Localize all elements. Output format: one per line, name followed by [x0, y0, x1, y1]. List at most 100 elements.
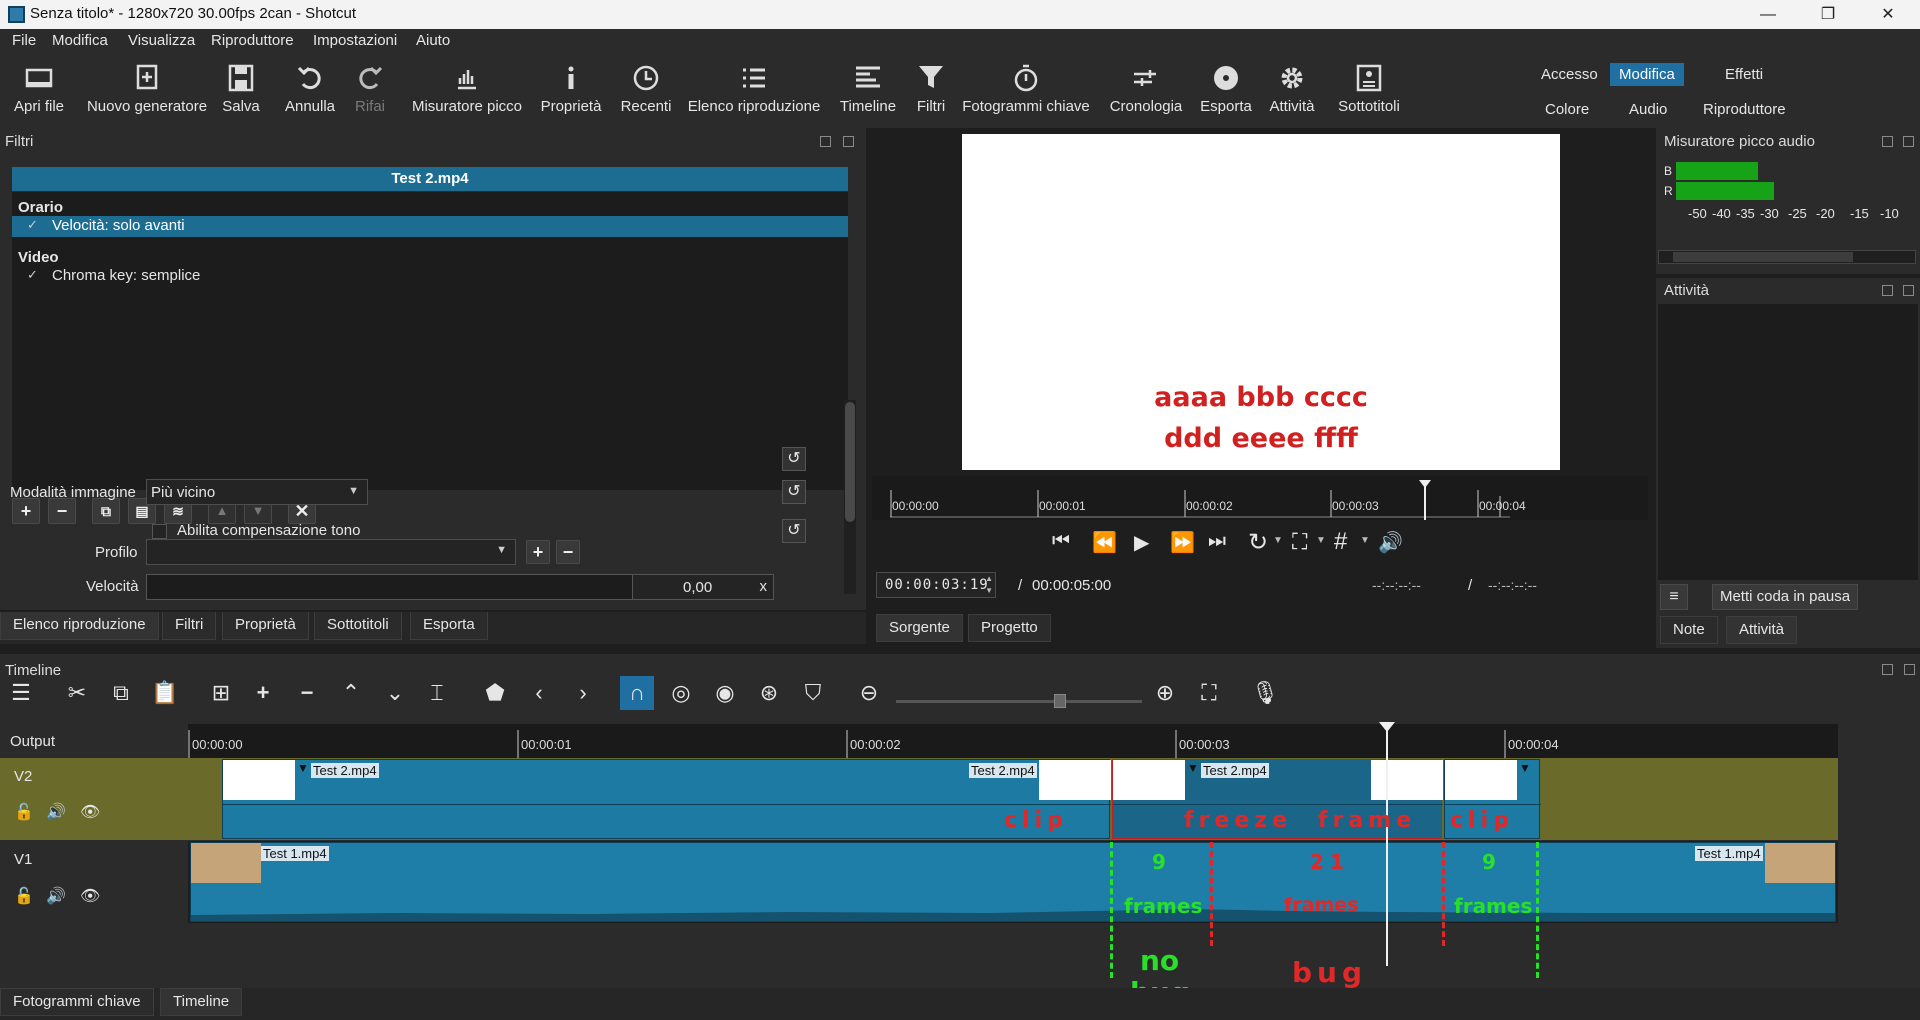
- close-panel-icon[interactable]: [843, 136, 854, 147]
- profile-select[interactable]: ▼: [146, 539, 516, 565]
- rewind-icon[interactable]: ⏪: [1092, 530, 1117, 555]
- chevron-down-icon[interactable]: ▼: [1360, 535, 1370, 546]
- skip-end-icon[interactable]: ⏭: [1208, 530, 1226, 553]
- player-ruler[interactable]: 00:00:00 00:00:01 00:00:02 00:00:03 00:0…: [872, 476, 1648, 520]
- skip-start-icon[interactable]: ⏮: [1052, 530, 1070, 553]
- paste-icon[interactable]: 📋: [148, 676, 182, 710]
- filter-item-chroma[interactable]: ✓ Chroma key: semplice: [12, 266, 848, 287]
- ripple-delete-icon[interactable]: −: [290, 676, 324, 710]
- fast-forward-icon[interactable]: ⏩: [1170, 530, 1195, 555]
- volume-icon[interactable]: 🔊: [1378, 530, 1403, 555]
- track-header-v2[interactable]: V2 🔓 🔊 👁: [0, 758, 188, 840]
- zoom-slider-handle[interactable]: [1054, 694, 1066, 708]
- grid-icon[interactable]: #: [1334, 528, 1347, 556]
- close-panel-icon[interactable]: [1903, 285, 1914, 296]
- zoom-slider[interactable]: [896, 694, 1142, 708]
- reset-icon[interactable]: ↺: [782, 519, 806, 543]
- minimize-button[interactable]: —: [1740, 1, 1796, 28]
- redo-button[interactable]: Rifai: [350, 60, 390, 124]
- timeline-playhead[interactable]: [1378, 722, 1396, 966]
- tab-filters[interactable]: Filtri: [162, 612, 217, 640]
- zoom-in-icon[interactable]: ⊕: [1148, 676, 1182, 710]
- float-icon[interactable]: [1882, 136, 1893, 147]
- mute-icon[interactable]: 🔊: [46, 886, 66, 906]
- snap-icon[interactable]: ∩: [620, 676, 654, 710]
- add-filter-icon[interactable]: +: [12, 498, 40, 524]
- filters-button[interactable]: Filtri: [910, 60, 952, 124]
- eye-icon[interactable]: 👁: [80, 802, 100, 822]
- timeline-button[interactable]: Timeline: [836, 60, 900, 124]
- scrollbar-thumb[interactable]: [845, 402, 855, 522]
- menu-settings[interactable]: Impostazioni: [313, 32, 397, 49]
- jobs-button[interactable]: Attività: [1264, 60, 1320, 124]
- playlist-button[interactable]: Elenco riproduzione: [686, 60, 822, 124]
- clip-test1[interactable]: Test 1.mp4 Test 1.mp4: [190, 842, 1836, 922]
- tab-notes[interactable]: Note: [1660, 616, 1718, 644]
- marker-icon[interactable]: ⬟: [478, 676, 512, 710]
- tab-playlist[interactable]: Elenco riproduzione: [0, 612, 159, 640]
- reset-icon[interactable]: ↺: [782, 480, 806, 504]
- microphone-icon[interactable]: 🎙: [1248, 676, 1282, 710]
- speed-spinbox[interactable]: 0,00 x: [632, 574, 774, 600]
- tab-project[interactable]: Progetto: [968, 614, 1051, 642]
- timeline-ruler[interactable]: 00:00:00 00:00:01 00:00:02 00:00:03 00:0…: [188, 724, 1838, 758]
- open-file-button[interactable]: Apri file: [8, 60, 70, 124]
- tab-subtitles[interactable]: Sottotitoli: [314, 612, 402, 640]
- track-header-v1[interactable]: V1 🔓 🔊 👁: [0, 841, 188, 923]
- menu-file[interactable]: File: [12, 32, 36, 49]
- maximize-button[interactable]: ❐: [1800, 1, 1856, 28]
- tab-source[interactable]: Sorgente: [876, 614, 963, 642]
- copy-filter-icon[interactable]: ⧉: [92, 498, 120, 524]
- workspace-edit[interactable]: Modifica: [1610, 63, 1684, 86]
- jobs-menu-icon[interactable]: ≡: [1660, 584, 1688, 610]
- menu-player[interactable]: Riproduttore: [211, 32, 294, 49]
- workspace-player[interactable]: Riproduttore: [1694, 98, 1795, 121]
- float-icon[interactable]: [1882, 285, 1893, 296]
- cut-icon[interactable]: ✂: [60, 676, 94, 710]
- lock-icon[interactable]: 🔓: [14, 886, 34, 906]
- zoom-out-icon[interactable]: ⊖: [852, 676, 886, 710]
- properties-button[interactable]: Proprietà: [538, 60, 604, 124]
- checkbox-checked-icon[interactable]: ✓: [27, 267, 38, 283]
- close-panel-icon[interactable]: [1904, 664, 1915, 675]
- remove-preset-icon[interactable]: −: [556, 540, 580, 564]
- next-marker-icon[interactable]: ›: [566, 676, 600, 710]
- history-button[interactable]: Cronologia: [1106, 60, 1186, 124]
- chevron-down-icon[interactable]: ▼: [1273, 535, 1283, 546]
- timecode-input[interactable]: 00:00:03:19 ▲ ▼: [876, 572, 996, 598]
- float-icon[interactable]: [820, 136, 831, 147]
- timeline-menu-icon[interactable]: ☰: [4, 676, 38, 710]
- mute-icon[interactable]: 🔊: [46, 802, 66, 822]
- split-icon[interactable]: ⌶: [420, 676, 454, 710]
- peak-meter-button[interactable]: Misuratore picco: [410, 60, 524, 124]
- undo-button[interactable]: Annulla: [282, 60, 338, 124]
- spin-up-icon[interactable]: ▲: [985, 574, 993, 583]
- lock-icon[interactable]: 🔓: [14, 802, 34, 822]
- filters-scrollbar[interactable]: [844, 400, 856, 594]
- clip-test2-a[interactable]: ▼ Test 2.mp4 Test 2.mp4: [222, 759, 1111, 839]
- checkbox-checked-icon[interactable]: ✓: [27, 217, 38, 233]
- workspace-audio[interactable]: Audio: [1620, 98, 1676, 121]
- workspace-effects[interactable]: Effetti: [1716, 63, 1772, 86]
- zoom-fit-icon[interactable]: ⛶: [1292, 529, 1307, 555]
- workspace-access[interactable]: Accesso: [1532, 63, 1607, 86]
- ripple-icon[interactable]: ◉: [708, 676, 742, 710]
- tab-properties[interactable]: Proprietà: [222, 612, 309, 640]
- pause-queue-button[interactable]: Metti coda in pausa: [1712, 584, 1858, 610]
- tab-jobs[interactable]: Attività: [1726, 616, 1798, 644]
- workspace-color[interactable]: Colore: [1536, 98, 1598, 121]
- tab-keyframes[interactable]: Fotogrammi chiave: [0, 988, 154, 1016]
- save-button[interactable]: Salva: [220, 60, 262, 124]
- keyframes-button[interactable]: Fotogrammi chiave: [962, 60, 1090, 124]
- scrollbar-thumb[interactable]: [1673, 252, 1853, 262]
- reset-icon[interactable]: ↺: [782, 447, 806, 471]
- float-icon[interactable]: [1882, 664, 1893, 675]
- menu-edit[interactable]: Modifica: [52, 32, 108, 49]
- pitch-checkbox[interactable]: [152, 524, 167, 539]
- scrub-icon[interactable]: ◎: [664, 676, 698, 710]
- subtitles-button[interactable]: Sottotitoli: [1334, 60, 1404, 124]
- append-icon[interactable]: ⊞: [204, 676, 238, 710]
- overwrite-icon[interactable]: ⌄: [378, 676, 412, 710]
- video-preview[interactable]: aaaa bbb cccc ddd eeee ffff: [962, 134, 1560, 470]
- menu-help[interactable]: Aiuto: [416, 32, 450, 49]
